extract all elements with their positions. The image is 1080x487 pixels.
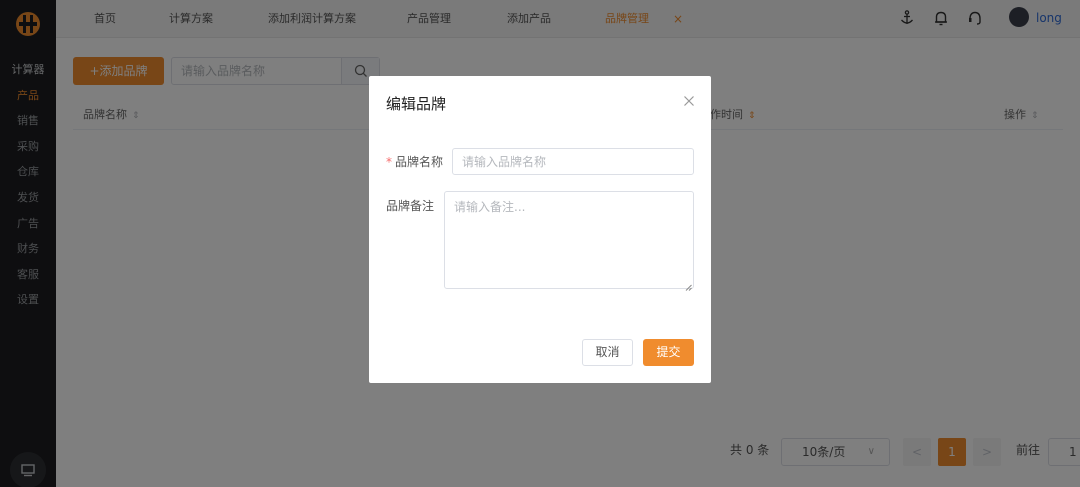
brand-note-textarea[interactable] (444, 191, 694, 289)
resize-handle-icon[interactable] (685, 280, 692, 291)
brand-note-label: 品牌备注 (386, 199, 435, 213)
edit-brand-dialog: 编辑品牌 *品牌名称 品牌备注 取消 提交 (369, 76, 711, 383)
submit-button[interactable]: 提交 (643, 339, 694, 366)
cancel-button[interactable]: 取消 (582, 339, 633, 366)
brand-name-label: * 品牌名称 (386, 155, 444, 169)
brand-name-input[interactable] (452, 148, 694, 175)
dialog-title: 编辑品牌 (386, 95, 447, 113)
close-icon[interactable] (682, 94, 696, 108)
required-mark: * (386, 155, 392, 169)
